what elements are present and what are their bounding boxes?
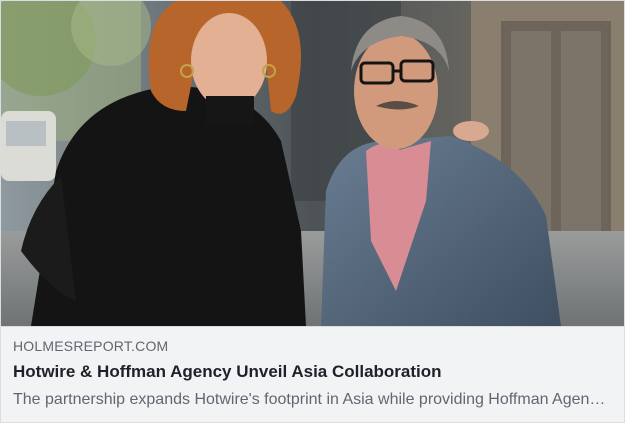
article-photo[interactable] [1, 1, 624, 326]
link-preview-card[interactable]: HOLMESREPORT.COM Hotwire & Hoffman Agenc… [0, 0, 625, 423]
source-domain: HOLMESREPORT.COM [13, 338, 169, 354]
link-meta[interactable]: HOLMESREPORT.COM Hotwire & Hoffman Agenc… [1, 326, 624, 422]
photo-illustration [1, 1, 624, 326]
article-description: The partnership expands Hotwire's footpr… [13, 391, 612, 408]
article-title[interactable]: Hotwire & Hoffman Agency Unveil Asia Col… [13, 361, 612, 383]
